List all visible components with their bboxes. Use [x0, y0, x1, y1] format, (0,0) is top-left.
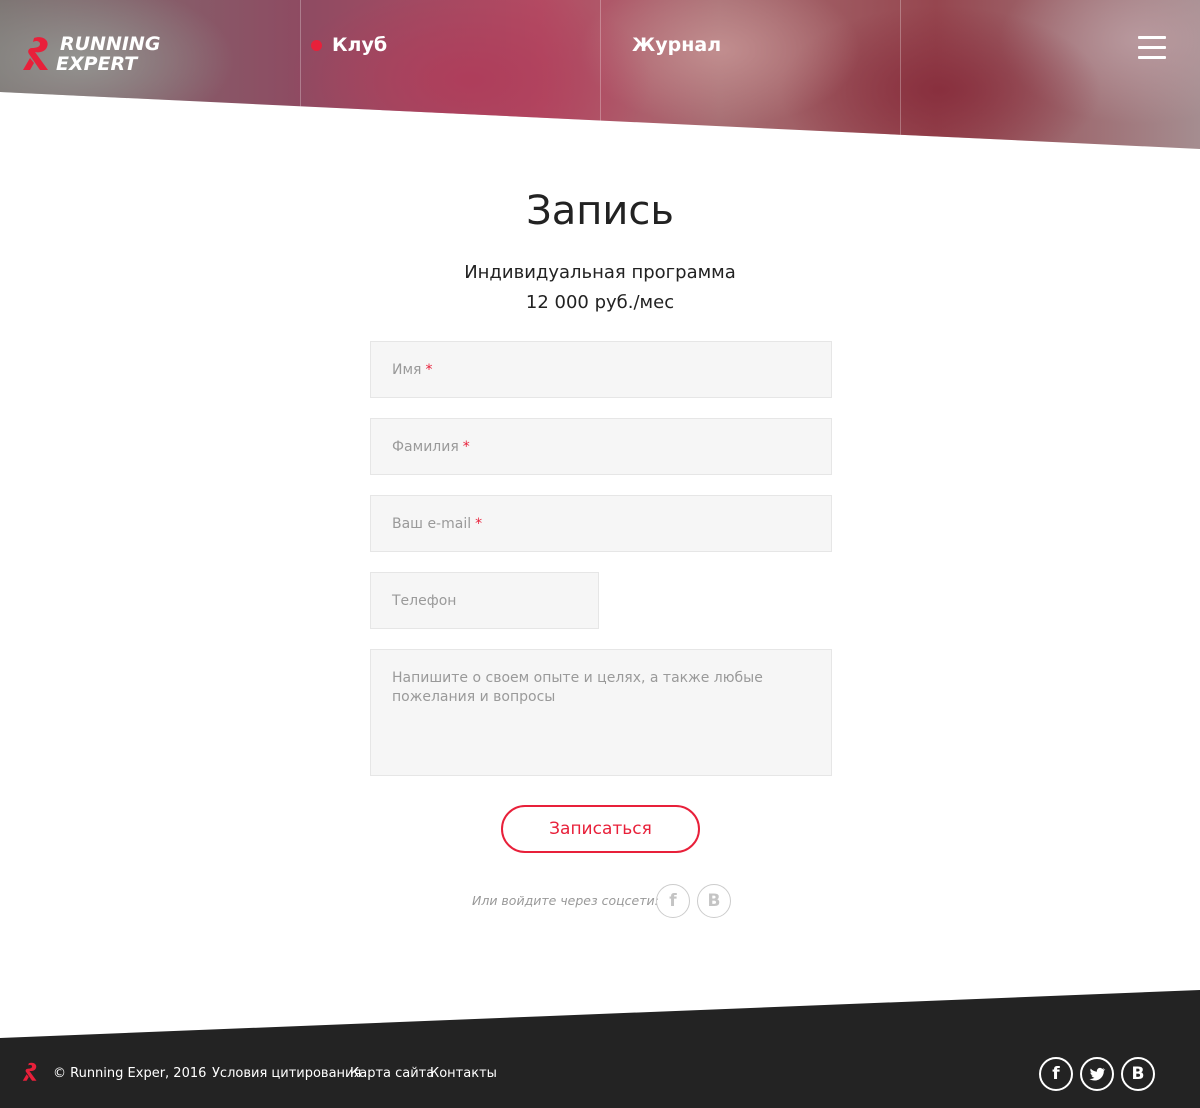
- nav-divider: [900, 0, 901, 149]
- page-title: Запись: [526, 188, 674, 234]
- message-textarea[interactable]: Напишите о своем опыте и целях, а также …: [370, 649, 832, 776]
- nav-divider: [600, 0, 601, 149]
- phone-placeholder: Телефон: [392, 592, 457, 609]
- logo-mark-icon: [23, 37, 48, 70]
- first-name-field[interactable]: Имя *: [370, 341, 832, 398]
- nav-item-journal[interactable]: Журнал: [632, 34, 721, 56]
- footer-vk-button[interactable]: В: [1121, 1057, 1155, 1091]
- menu-icon[interactable]: [1138, 36, 1166, 60]
- phone-field[interactable]: Телефон: [370, 572, 599, 629]
- required-mark: *: [462, 438, 470, 455]
- nav-item-club[interactable]: Клуб: [332, 34, 387, 56]
- header-banner: [0, 0, 1200, 149]
- footer-logo-icon[interactable]: [20, 1061, 42, 1083]
- footer-link-sitemap[interactable]: Карта сайта: [350, 1066, 434, 1081]
- first-name-placeholder: Имя: [392, 361, 422, 378]
- social-login-label: Или войдите через соцсети:: [472, 893, 659, 908]
- footer-facebook-button[interactable]: f: [1039, 1057, 1073, 1091]
- last-name-field[interactable]: Фамилия *: [370, 418, 832, 475]
- program-name: Индивидуальная программа: [464, 262, 736, 283]
- program-price: 12 000 руб./мес: [525, 292, 675, 313]
- logo[interactable]: RUNNING EXPERT: [20, 34, 160, 74]
- footer-link-citation[interactable]: Условия цитирования: [212, 1066, 361, 1081]
- nav-divider: [300, 0, 301, 149]
- submit-button[interactable]: Записаться: [501, 805, 700, 853]
- logo-line-2: EXPERT: [56, 53, 138, 75]
- logo-text: RUNNING EXPERT: [56, 33, 161, 74]
- active-nav-dot: [311, 40, 322, 51]
- footer: [0, 990, 1200, 1108]
- facebook-icon: f: [1052, 1064, 1060, 1084]
- twitter-icon: [1089, 1067, 1106, 1081]
- footer-twitter-button[interactable]: [1080, 1057, 1114, 1091]
- facebook-login-button[interactable]: f: [656, 884, 690, 918]
- required-mark: *: [475, 515, 483, 532]
- message-placeholder: Напишите о своем опыте и целях, а также …: [392, 670, 763, 705]
- logo-line-1: RUNNING: [60, 33, 161, 55]
- vk-icon: В: [707, 891, 721, 911]
- footer-copyright: © Running Exper, 2016: [53, 1066, 207, 1081]
- required-mark: *: [425, 361, 433, 378]
- facebook-icon: f: [669, 891, 677, 911]
- last-name-placeholder: Фамилия: [392, 438, 459, 455]
- footer-link-contacts[interactable]: Контакты: [430, 1066, 497, 1081]
- vk-login-button[interactable]: В: [697, 884, 731, 918]
- email-placeholder: Ваш e-mail: [392, 515, 472, 532]
- program-info: Индивидуальная программа 12 000 руб./мес: [0, 258, 1200, 318]
- email-field[interactable]: Ваш e-mail *: [370, 495, 832, 552]
- vk-icon: В: [1131, 1064, 1145, 1084]
